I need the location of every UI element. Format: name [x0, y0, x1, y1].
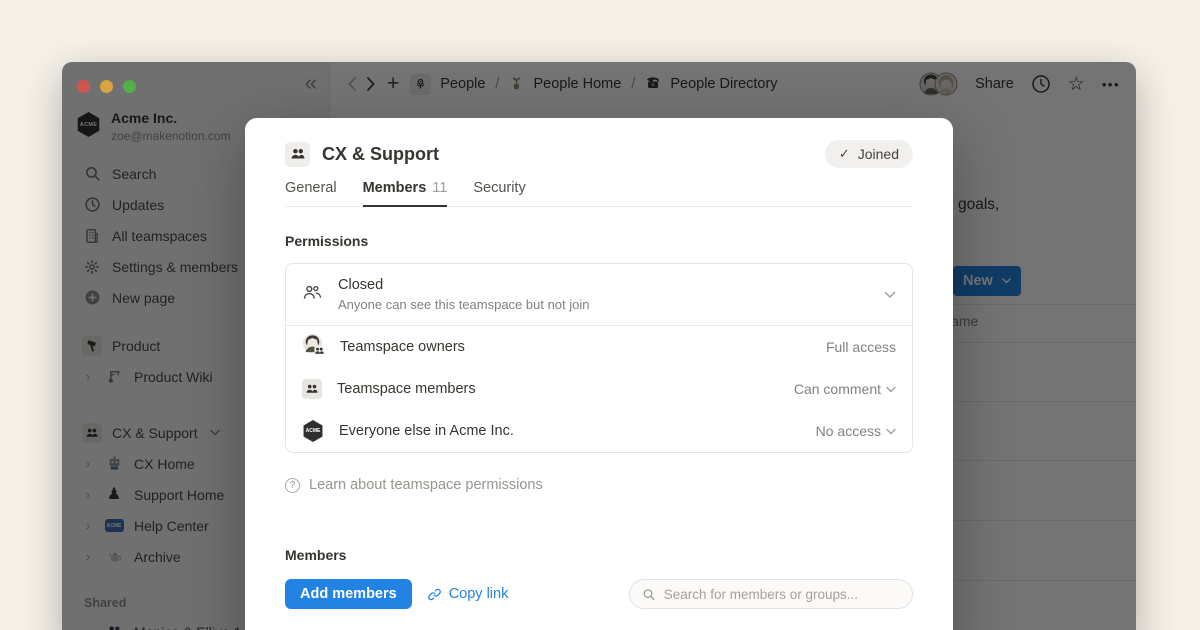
link-icon: [427, 587, 442, 602]
chevron-down-icon: [884, 291, 896, 299]
permissions-card: Closed Anyone can see this teamspace but…: [285, 263, 913, 453]
permission-row-everyone[interactable]: ACME Everyone else in Acme Inc. No acces…: [286, 410, 912, 452]
chevron-down-icon: [886, 428, 896, 435]
permission-row-label: Teamspace owners: [340, 339, 465, 355]
chevron-down-icon: [886, 386, 896, 393]
access-level-title: Closed: [338, 277, 590, 293]
member-search: [629, 579, 913, 609]
tab-general[interactable]: General: [285, 180, 337, 206]
permission-access-level: Full access: [826, 339, 896, 355]
permission-row-members[interactable]: Teamspace members Can comment: [286, 368, 912, 410]
owners-avatar: [302, 333, 325, 361]
app-window: « ACME Acme Inc. zoe@makenotion.com Sear…: [62, 62, 1136, 630]
permission-access-dropdown[interactable]: Can comment: [794, 381, 896, 397]
permission-row-owners[interactable]: Teamspace owners Full access: [286, 326, 912, 368]
permission-row-label: Everyone else in Acme Inc.: [339, 423, 514, 439]
permissions-heading: Permissions: [285, 233, 913, 249]
minimize-window-icon[interactable]: [100, 80, 113, 93]
people-outline-icon: [302, 282, 323, 308]
teamspace-people-icon: [285, 142, 310, 167]
window-controls: [77, 80, 136, 93]
members-heading: Members: [285, 547, 913, 563]
teamspace-access-dropdown[interactable]: Closed Anyone can see this teamspace but…: [286, 264, 912, 325]
copy-link-button[interactable]: Copy link: [427, 586, 509, 602]
access-level-subtitle: Anyone can see this teamspace but not jo…: [338, 297, 590, 312]
check-icon: ✓: [839, 146, 850, 162]
people-icon: [302, 379, 322, 399]
modal-title: CX & Support: [322, 144, 439, 165]
permission-access-dropdown[interactable]: No access: [816, 423, 896, 439]
modal-tabs: General Members11 Security: [285, 180, 913, 207]
search-icon: [642, 587, 656, 602]
members-count: 11: [432, 180, 447, 196]
question-circle-icon: ?: [285, 478, 300, 493]
permission-row-label: Teamspace members: [337, 381, 476, 397]
member-search-input[interactable]: [664, 587, 900, 602]
tab-members[interactable]: Members11: [363, 180, 448, 207]
acme-badge-icon: ACME: [302, 420, 324, 442]
tab-security[interactable]: Security: [473, 180, 525, 206]
learn-permissions-link[interactable]: ? Learn about teamspace permissions: [285, 477, 913, 493]
close-window-icon[interactable]: [77, 80, 90, 93]
zoom-window-icon[interactable]: [123, 80, 136, 93]
joined-button[interactable]: ✓ Joined: [825, 140, 913, 168]
teamspace-settings-modal: CX & Support ✓ Joined General Members11 …: [245, 118, 953, 630]
add-members-button[interactable]: Add members: [285, 579, 412, 609]
